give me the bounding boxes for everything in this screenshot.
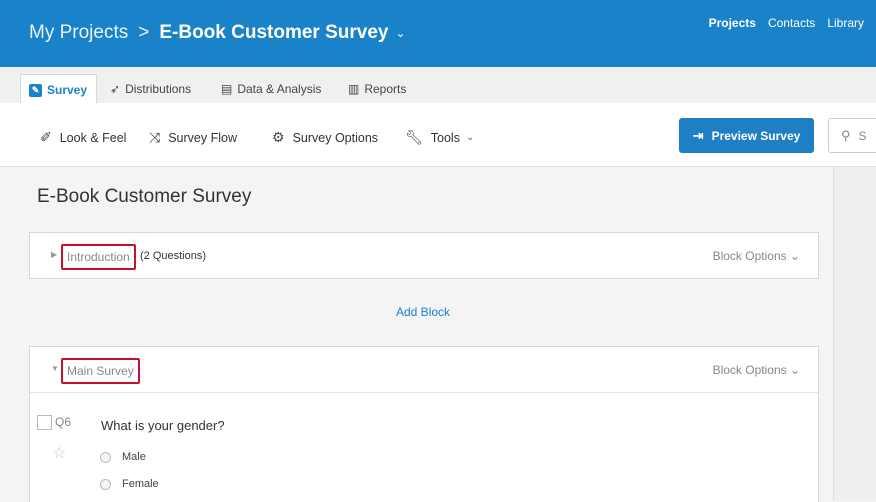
block-name[interactable]: Main Survey xyxy=(61,358,140,384)
nav-contacts[interactable]: Contacts xyxy=(768,16,815,30)
preview-survey-button[interactable]: ⇥ Preview Survey xyxy=(679,118,814,153)
look-feel-label: Look & Feel xyxy=(59,130,127,145)
gear-icon: ⚙ xyxy=(272,129,285,145)
tab-data-analysis[interactable]: ▤ Data & Analysis xyxy=(221,75,321,102)
right-panel xyxy=(833,167,876,501)
choice-female[interactable]: Female xyxy=(100,478,159,490)
flow-icon: ⤨ xyxy=(149,129,161,145)
search-placeholder: S xyxy=(858,128,867,143)
survey-options-button[interactable]: ⚙ Survey Options xyxy=(272,129,378,146)
survey-title: E-Book Customer Survey xyxy=(37,186,252,207)
top-nav: Projects Contacts Library xyxy=(709,16,876,30)
block-header: ▼ Main Survey Block Options ⌄ xyxy=(30,347,818,392)
wrench-icon: 🔧︎ xyxy=(405,129,423,145)
block-options-button[interactable]: Block Options ⌄ xyxy=(713,249,800,263)
top-header: My Projects > E-Book Customer Survey ⌄ P… xyxy=(0,0,876,67)
block-question-count: (2 Questions) xyxy=(140,250,207,262)
data-icon: ▤ xyxy=(221,81,233,96)
nav-projects[interactable]: Projects xyxy=(709,16,756,30)
tab-reports-label: Reports xyxy=(364,81,407,96)
block-introduction: ▶ Introduction (2 Questions) Block Optio… xyxy=(29,232,819,279)
survey-flow-button[interactable]: ⤨ Survey Flow xyxy=(149,129,237,146)
chevron-down-icon[interactable]: ⌄ xyxy=(395,26,405,40)
project-title[interactable]: E-Book Customer Survey xyxy=(159,22,388,44)
radio-button[interactable] xyxy=(100,478,111,490)
paintbrush-icon: ✐ xyxy=(40,129,52,145)
question-number: Q6 xyxy=(55,415,72,429)
breadcrumb-separator: > xyxy=(138,22,150,43)
preview-icon: ⇥ xyxy=(692,127,704,143)
collapse-arrow-icon[interactable]: ▼ xyxy=(51,364,59,373)
block-header: ▶ Introduction (2 Questions) Block Optio… xyxy=(30,233,818,278)
tab-reports[interactable]: ▥ Reports xyxy=(348,75,406,102)
question-q6: Q6 ☆ What is your gender? Male Female xyxy=(30,392,818,490)
block-options-button[interactable]: Block Options ⌄ xyxy=(713,363,800,377)
tab-data-analysis-label: Data & Analysis xyxy=(237,81,322,96)
breadcrumb: My Projects > E-Book Customer Survey ⌄ xyxy=(29,22,406,44)
edit-icon: ✎ xyxy=(29,83,42,97)
tab-survey[interactable]: ✎ Survey xyxy=(20,74,98,105)
chevron-down-icon: ⌄ xyxy=(465,132,475,143)
choice-label: Male xyxy=(122,451,146,463)
tab-distributions[interactable]: ➶ Distributions xyxy=(110,75,191,102)
look-feel-button[interactable]: ✐ Look & Feel xyxy=(40,129,126,146)
survey-toolbar: ✐ Look & Feel ⤨ Survey Flow ⚙ Survey Opt… xyxy=(0,103,876,167)
add-block-button[interactable]: Add Block xyxy=(396,305,450,319)
question-text[interactable]: What is your gender? xyxy=(101,418,225,433)
question-select-checkbox[interactable] xyxy=(37,415,52,430)
star-icon[interactable]: ☆ xyxy=(52,443,66,463)
radio-button[interactable] xyxy=(100,451,111,463)
search-input[interactable]: ⚲ S xyxy=(828,118,876,153)
nav-library[interactable]: Library xyxy=(827,16,864,30)
tools-button[interactable]: 🔧︎ Tools ⌄ xyxy=(405,129,474,146)
block-main-survey: ▼ Main Survey Block Options ⌄ Q6 ☆ What … xyxy=(29,346,819,502)
preview-label: Preview Survey xyxy=(711,128,801,143)
choice-male[interactable]: Male xyxy=(100,451,146,463)
expand-arrow-icon[interactable]: ▶ xyxy=(51,250,57,259)
survey-flow-label: Survey Flow xyxy=(168,130,237,145)
survey-options-label: Survey Options xyxy=(292,130,379,145)
tools-label: Tools xyxy=(430,130,460,145)
choice-label: Female xyxy=(122,478,159,490)
search-icon: ⚲ xyxy=(841,127,851,143)
tab-distributions-label: Distributions xyxy=(125,81,192,96)
tab-survey-label: Survey xyxy=(47,83,88,97)
tab-bar: ✎ Survey ➶ Distributions ▤ Data & Analys… xyxy=(0,67,876,105)
send-icon: ➶ xyxy=(110,81,121,96)
block-name[interactable]: Introduction xyxy=(61,244,136,270)
reports-icon: ▥ xyxy=(348,81,360,96)
breadcrumb-my-projects[interactable]: My Projects xyxy=(29,22,128,44)
